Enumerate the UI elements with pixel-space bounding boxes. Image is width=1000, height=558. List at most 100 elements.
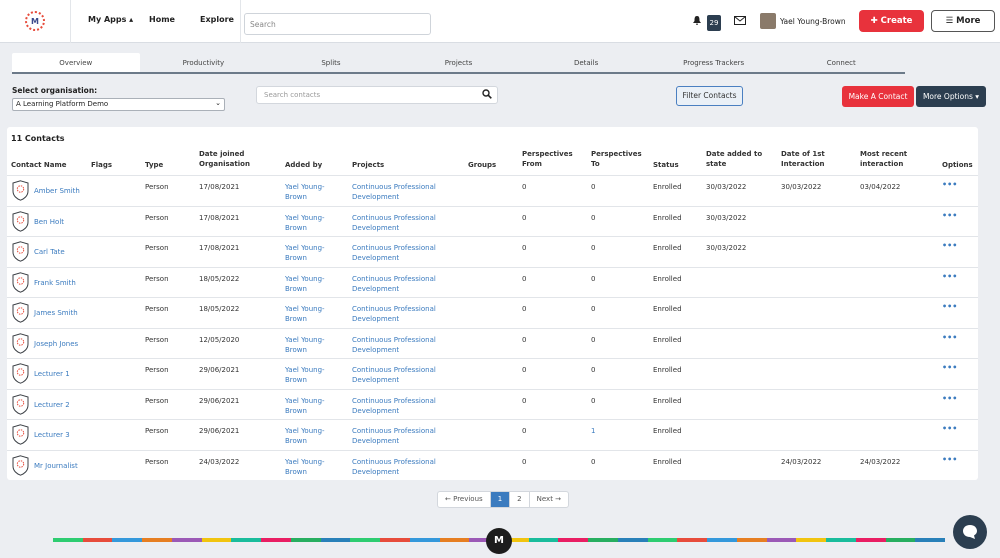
cell-added-by[interactable]: Yael Young-Brown (285, 243, 335, 263)
row-options-icon[interactable]: ••• (942, 241, 957, 250)
my-apps-menu[interactable]: My Apps ▴ (88, 15, 133, 24)
filter-contacts-button[interactable]: Filter Contacts (676, 86, 743, 106)
column-header[interactable]: Date of 1st Interaction (781, 149, 836, 169)
table-row[interactable]: Lecturer 1 Person 29/06/2021 Yael Young-Bro… (7, 358, 978, 389)
cell-name[interactable]: Joseph Jones (34, 339, 94, 349)
column-header[interactable]: Flags (91, 160, 112, 170)
home-link[interactable]: Home (149, 15, 175, 24)
page-button-2[interactable]: 2 (510, 492, 530, 507)
more-options-button[interactable]: More Options ▾ (916, 86, 986, 107)
cell-name[interactable]: Amber Smith (34, 186, 94, 196)
cell-status: Enrolled (653, 335, 682, 344)
row-options-icon[interactable]: ••• (942, 424, 957, 433)
cell-project[interactable]: Continuous Professional Development (352, 274, 452, 294)
column-header[interactable]: Perspectives To (591, 149, 646, 169)
tab-overview[interactable]: Overview (12, 53, 140, 72)
cell-project[interactable]: Continuous Professional Development (352, 213, 452, 233)
cell-added-by[interactable]: Yael Young-Brown (285, 335, 335, 355)
org-select-label: Select organisation: (12, 86, 98, 95)
row-options-icon[interactable]: ••• (942, 394, 957, 403)
column-header[interactable]: Groups (468, 160, 496, 170)
cell-added-by[interactable]: Yael Young-Brown (285, 182, 335, 202)
cell-added-by[interactable]: Yael Young-Brown (285, 426, 335, 446)
column-header[interactable]: Projects (352, 160, 384, 170)
cell-project[interactable]: Continuous Professional Development (352, 457, 452, 477)
contact-search-input[interactable]: Search contacts (256, 86, 498, 104)
explore-link[interactable]: Explore (200, 15, 234, 24)
create-button[interactable]: ✚ Create (859, 10, 924, 32)
cell-project[interactable]: Continuous Professional Development (352, 182, 452, 202)
row-options-icon[interactable]: ••• (942, 302, 957, 311)
column-header[interactable]: Date joined Organisation (199, 149, 269, 169)
row-options-icon[interactable]: ••• (942, 333, 957, 342)
cell-name[interactable]: James Smith (34, 308, 94, 318)
more-button[interactable]: ☰ More (931, 10, 995, 32)
cell-project[interactable]: Continuous Professional Development (352, 426, 452, 446)
column-header[interactable]: Perspectives From (522, 149, 577, 169)
next-page-button[interactable]: Next → (530, 492, 568, 507)
tab-productivity[interactable]: Productivity (140, 53, 268, 72)
cell-added-by[interactable]: Yael Young-Brown (285, 304, 335, 324)
cell-project[interactable]: Continuous Professional Development (352, 365, 452, 385)
table-row[interactable]: Lecturer 2 Person 29/06/2021 Yael Young-Bro… (7, 388, 978, 420)
tab-projects[interactable]: Projects (395, 53, 523, 72)
chat-button[interactable] (953, 515, 987, 549)
cell-added-by[interactable]: Yael Young-Brown (285, 396, 335, 416)
row-options-icon[interactable]: ••• (942, 180, 957, 189)
table-row[interactable]: Mr Journalist Person 24/03/2022 Yael Young-… (7, 449, 978, 481)
column-header[interactable]: Options (942, 160, 973, 170)
column-header[interactable]: Most recent interaction (860, 149, 915, 169)
column-header[interactable]: Type (145, 160, 163, 170)
cell-project[interactable]: Continuous Professional Development (352, 243, 452, 263)
cell-project[interactable]: Continuous Professional Development (352, 335, 452, 355)
row-options-icon[interactable]: ••• (942, 363, 957, 372)
column-header[interactable]: Date added to state (706, 149, 768, 169)
cell-project[interactable]: Continuous Professional Development (352, 396, 452, 416)
tab-splits[interactable]: Splits (267, 53, 395, 72)
make-contact-button[interactable]: Make A Contact (842, 86, 914, 107)
avatar[interactable] (760, 13, 776, 29)
mail-icon[interactable] (734, 16, 746, 25)
cell-name[interactable]: Mr Journalist (34, 461, 94, 471)
stripe-segment (142, 538, 172, 542)
global-search-input[interactable]: Search (244, 13, 431, 35)
cell-name[interactable]: Frank Smith (34, 278, 94, 288)
row-options-icon[interactable]: ••• (942, 272, 957, 281)
column-header[interactable]: Status (653, 160, 679, 170)
cell-status: Enrolled (653, 183, 682, 191)
cell-project[interactable]: Continuous Professional Development (352, 304, 452, 324)
notification-count-badge[interactable]: 29 (707, 15, 721, 31)
table-row[interactable]: Frank Smith Person 18/05/2022 Yael Young-Br… (7, 266, 978, 298)
tab-details[interactable]: Details (522, 53, 650, 72)
cell-added-by[interactable]: Yael Young-Brown (285, 274, 335, 294)
user-name[interactable]: Yael Young-Brown (780, 17, 846, 26)
column-header[interactable]: Added by (285, 160, 322, 170)
tab-connect[interactable]: Connect (777, 53, 905, 72)
page-button-1[interactable]: 1 (490, 492, 511, 507)
organisation-select[interactable]: A Learning Platform Demo ⌄ (12, 98, 225, 111)
row-options-icon[interactable]: ••• (942, 455, 957, 464)
table-row[interactable]: Lecturer 3 Person 29/06/2021 Yael Young-Bro… (7, 419, 978, 450)
cell-name[interactable]: Lecturer 3 (34, 430, 94, 440)
cell-name[interactable]: Lecturer 2 (34, 400, 94, 410)
column-header[interactable]: Contact Name (11, 160, 67, 170)
cell-name[interactable]: Lecturer 1 (34, 369, 94, 379)
tab-progress-trackers[interactable]: Progress Trackers (650, 53, 778, 72)
row-options-icon[interactable]: ••• (942, 211, 957, 220)
search-icon[interactable] (482, 89, 492, 99)
stripe-segment (736, 538, 767, 542)
bell-icon[interactable] (693, 16, 701, 25)
table-row[interactable]: Ben Holt Person 17/08/2021 Yael Young-Brown… (7, 205, 978, 237)
app-logo[interactable]: M (25, 11, 45, 31)
table-row[interactable]: James Smith Person 18/05/2022 Yael Young-Br… (7, 297, 978, 328)
cell-name[interactable]: Ben Holt (34, 217, 94, 227)
cell-type: Person (145, 213, 169, 222)
table-row[interactable]: Amber Smith Person 17/08/2021 Yael Young-Br… (7, 175, 978, 206)
previous-page-button[interactable]: ← Previous (438, 492, 491, 507)
table-row[interactable]: Joseph Jones Person 12/05/2020 Yael Young-B… (7, 327, 978, 359)
table-row[interactable]: Carl Tate Person 17/08/2021 Yael Young-Brow… (7, 236, 978, 267)
cell-name[interactable]: Carl Tate (34, 247, 94, 257)
cell-added-by[interactable]: Yael Young-Brown (285, 213, 335, 233)
cell-added-by[interactable]: Yael Young-Brown (285, 365, 335, 385)
cell-added-by[interactable]: Yael Young-Brown (285, 457, 335, 477)
